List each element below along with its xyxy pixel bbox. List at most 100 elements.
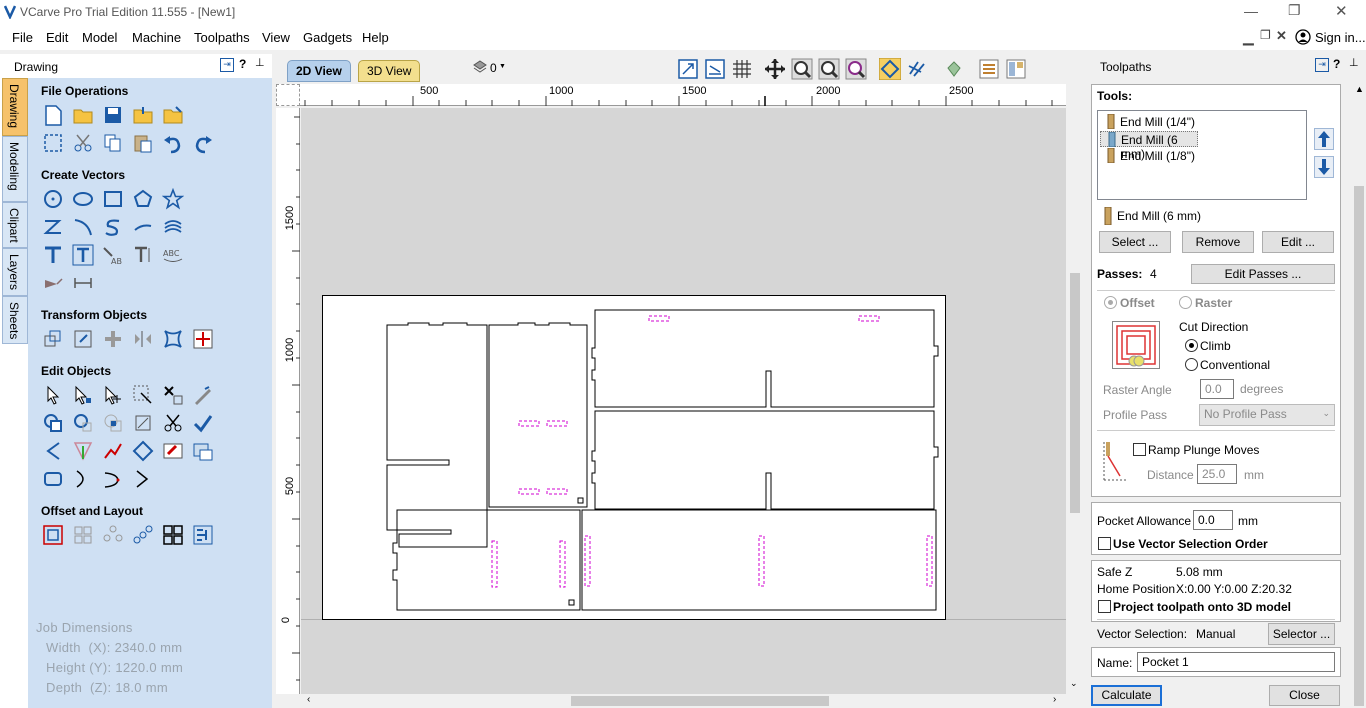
nested-parts[interactable] (323, 296, 947, 621)
user-icon[interactable] (1295, 29, 1311, 45)
close-vector-icon[interactable] (132, 440, 154, 462)
cut-icon[interactable] (72, 132, 94, 154)
doc-restore-icon[interactable]: ❐ (1260, 28, 1271, 42)
bitmap-trace-icon[interactable] (192, 440, 214, 462)
join-icon[interactable] (102, 440, 124, 462)
import-bitmap-icon[interactable] (162, 104, 184, 126)
star-icon[interactable] (162, 188, 184, 210)
pin-panel-icon[interactable]: ⇥ (220, 58, 234, 72)
text-on-curve-icon[interactable]: AB (102, 244, 124, 266)
name-input[interactable]: Pocket 1 (1137, 652, 1335, 672)
offset-icon[interactable] (42, 524, 64, 546)
zoom-selection-icon[interactable] (845, 58, 867, 80)
menu-gadgets[interactable]: Gadgets (303, 30, 352, 45)
trim-icon[interactable] (162, 412, 184, 434)
auto-layout-icon[interactable] (192, 524, 214, 546)
panel-scrollbar[interactable]: ▲ (1353, 84, 1365, 706)
close-window-button[interactable]: ✕ (1335, 2, 1348, 20)
rectangle-icon[interactable] (102, 188, 124, 210)
raster-radio[interactable] (1179, 296, 1192, 309)
shading-icon[interactable] (943, 58, 965, 80)
offset-radio[interactable] (1104, 296, 1117, 309)
tab-sheets[interactable]: Sheets (2, 296, 28, 344)
list-item[interactable]: End Mill (1/4") (1100, 114, 1300, 130)
ellipse-icon[interactable] (72, 188, 94, 210)
dimension-icon[interactable] (42, 272, 64, 294)
selector-button[interactable]: Selector ... (1268, 623, 1335, 645)
ruler-origin-icon[interactable] (276, 84, 300, 106)
rotate-icon[interactable] (102, 328, 124, 350)
doc-minimize-icon[interactable]: ▁ (1243, 29, 1254, 46)
menu-help[interactable]: Help (362, 30, 389, 45)
undo-icon[interactable] (162, 132, 184, 154)
spiral-icon[interactable] (162, 216, 184, 238)
node-edit-icon[interactable] (72, 384, 94, 406)
distance-input[interactable]: 25.0 (1197, 464, 1237, 484)
arc-icon[interactable] (72, 216, 94, 238)
circle-icon[interactable] (42, 188, 64, 210)
polyline-icon[interactable] (42, 216, 64, 238)
tab-2d-view[interactable]: 2D View (287, 60, 351, 82)
scale-icon[interactable] (72, 328, 94, 350)
text-icon[interactable] (42, 244, 64, 266)
fill-icon[interactable] (132, 412, 154, 434)
raster-angle-input[interactable]: 0.0 (1200, 379, 1234, 399)
smooth-icon[interactable] (162, 440, 184, 462)
menu-model[interactable]: Model (82, 30, 117, 45)
project-toolpath-checkbox[interactable] (1098, 600, 1111, 613)
tab-layers[interactable]: Layers (2, 248, 28, 296)
zoom-icon[interactable] (791, 58, 813, 80)
select-tool-button[interactable]: Select ... (1099, 231, 1171, 253)
paste-icon[interactable] (132, 132, 154, 154)
measure-icon[interactable] (72, 272, 94, 294)
menu-machine[interactable]: Machine (132, 30, 181, 45)
new-file-icon[interactable] (42, 104, 64, 126)
polygon-icon[interactable] (132, 188, 154, 210)
split-icon[interactable] (102, 468, 124, 490)
save-file-icon[interactable] (102, 104, 124, 126)
autohide-pin-icon[interactable]: ⊥ (255, 56, 265, 69)
menu-view[interactable]: View (262, 30, 290, 45)
copy-icon[interactable] (102, 132, 124, 154)
remove-tool-button[interactable]: Remove (1182, 231, 1254, 253)
climb-radio[interactable] (1185, 339, 1198, 352)
fillet-icon[interactable] (132, 216, 154, 238)
layer-selector[interactable]: 0 (490, 61, 497, 75)
import-vectors-icon[interactable] (132, 104, 154, 126)
tab-modeling[interactable]: Modeling (2, 136, 28, 202)
abc-text-icon[interactable]: ABC (162, 244, 184, 266)
tab-3d-view[interactable]: 3D View (358, 60, 421, 82)
close-button[interactable]: Close (1269, 685, 1340, 706)
copy-along-vector-icon[interactable] (132, 524, 154, 546)
zoom-extents-icon[interactable] (677, 58, 699, 80)
vertical-scrollbar[interactable]: ⌄ (1068, 108, 1082, 694)
sign-in-link[interactable]: Sign in... (1315, 30, 1366, 45)
redo-icon[interactable] (192, 132, 214, 154)
array-copy-icon[interactable] (72, 524, 94, 546)
toolpath-preview-icon[interactable] (906, 58, 928, 80)
pan-icon[interactable] (764, 58, 786, 80)
subtract-icon[interactable] (72, 412, 94, 434)
profile-pass-select[interactable]: No Profile Pass ⌄ (1199, 404, 1335, 426)
layer-manager-icon[interactable] (978, 58, 1000, 80)
list-item[interactable]: End Mill (1/8") (1100, 148, 1300, 164)
menu-file[interactable]: File (12, 30, 33, 45)
job-setup-icon[interactable] (42, 132, 64, 154)
weld-icon[interactable] (42, 412, 64, 434)
arc-text-icon[interactable] (132, 244, 154, 266)
chamfer-icon[interactable] (72, 440, 94, 462)
extend-icon[interactable] (192, 412, 214, 434)
transform-select-icon[interactable] (102, 384, 124, 406)
calculate-button[interactable]: Calculate (1091, 685, 1162, 706)
menu-edit[interactable]: Edit (46, 30, 68, 45)
horizontal-scrollbar[interactable]: ‹ › (301, 694, 1066, 708)
zoom-box-icon[interactable] (818, 58, 840, 80)
list-item-selected[interactable]: End Mill (6 mm) (1100, 131, 1198, 161)
tools-list[interactable]: End Mill (1/4") End Mill (6 mm) End Mill… (1097, 110, 1307, 200)
tab-clipart[interactable]: Clipart (2, 202, 28, 248)
snap-toggle-icon[interactable] (879, 58, 901, 80)
open-file-icon[interactable] (72, 104, 94, 126)
distort-icon[interactable] (162, 328, 184, 350)
edit-tool-button[interactable]: Edit ... (1262, 231, 1334, 253)
pen-icon[interactable] (192, 384, 214, 406)
